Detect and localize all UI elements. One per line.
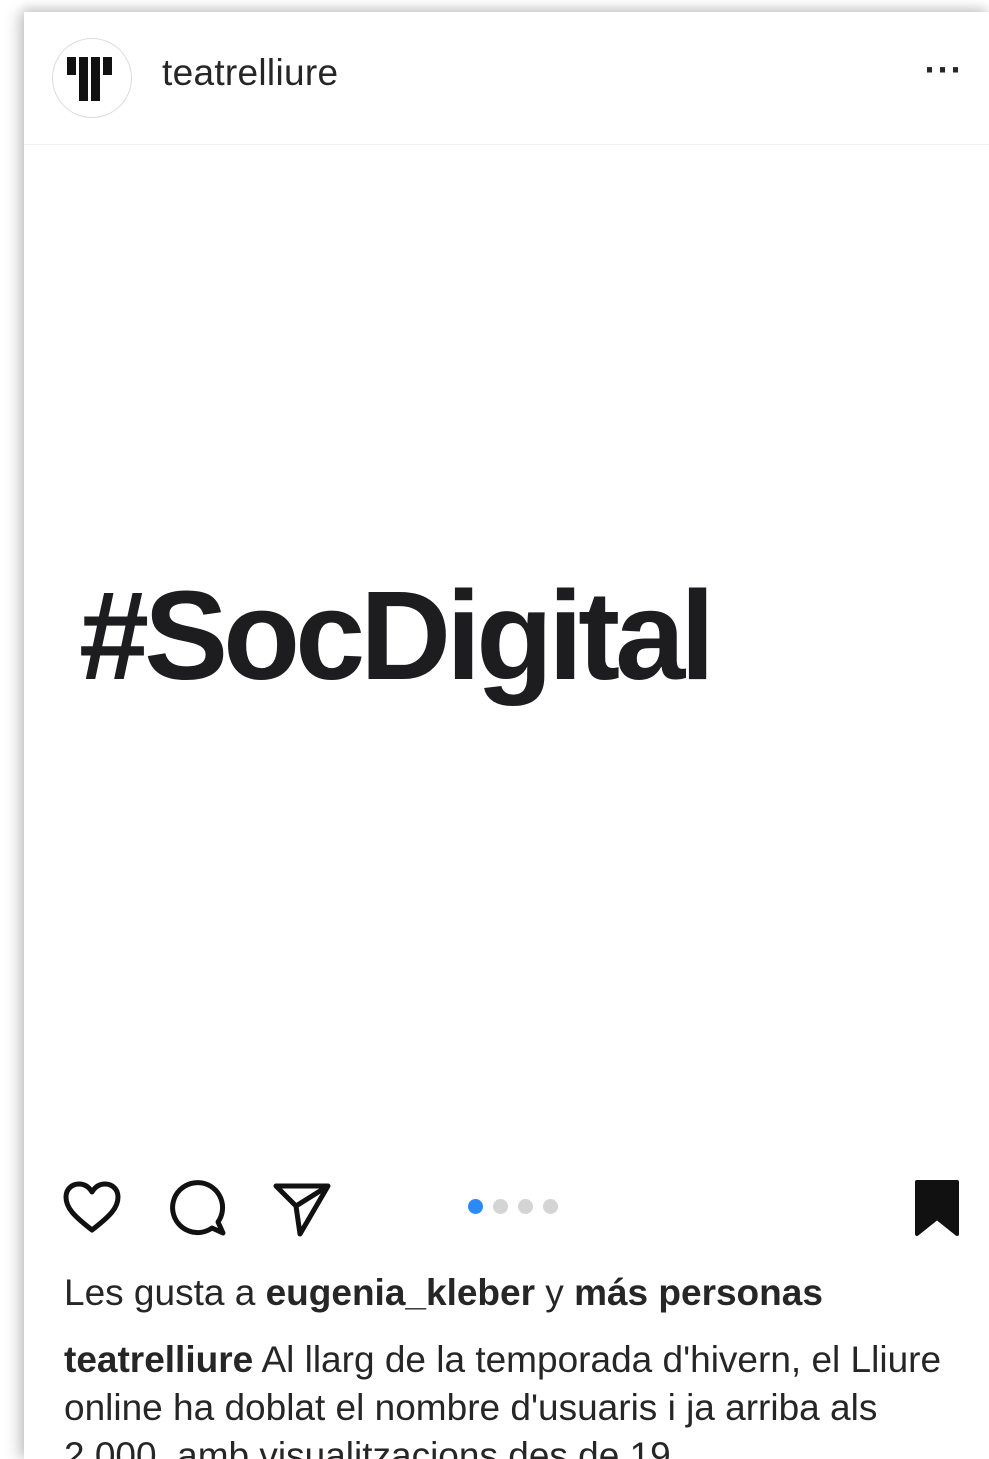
more-options-button[interactable]: ···	[919, 49, 969, 90]
heart-icon[interactable]	[60, 1176, 124, 1240]
liked-by-username[interactable]: eugenia_kleber	[266, 1272, 535, 1313]
caption-author[interactable]: teatrelliure	[64, 1339, 253, 1380]
comment-bubble-icon[interactable]	[166, 1176, 230, 1240]
post-image[interactable]: #SocDigital	[24, 145, 989, 1145]
instagram-post: teatrelliure ··· #SocDigital Les gusta a…	[24, 12, 989, 1459]
carousel-dot-active	[468, 1199, 483, 1214]
likes-others[interactable]: más personas	[574, 1272, 823, 1313]
carousel-dot	[543, 1199, 558, 1214]
likes-summary[interactable]: Les gusta a eugenia_kleber y más persona…	[64, 1272, 823, 1314]
post-header: teatrelliure ···	[24, 12, 989, 145]
image-hashtag-text: #SocDigital	[79, 565, 715, 706]
carousel-dot	[493, 1199, 508, 1214]
post-caption: teatrelliure Al llarg de la temporada d'…	[64, 1336, 974, 1459]
bookmark-filled-icon[interactable]	[905, 1176, 969, 1240]
likes-connector: y	[535, 1272, 575, 1313]
likes-prefix: Les gusta a	[64, 1272, 266, 1313]
carousel-indicator	[468, 1199, 558, 1214]
avatar[interactable]	[52, 38, 132, 118]
paper-plane-icon[interactable]	[270, 1176, 334, 1240]
post-username[interactable]: teatrelliure	[162, 52, 338, 94]
action-bar	[24, 1162, 989, 1242]
carousel-dot	[518, 1199, 533, 1214]
teatre-lliure-logo-icon	[67, 57, 112, 101]
